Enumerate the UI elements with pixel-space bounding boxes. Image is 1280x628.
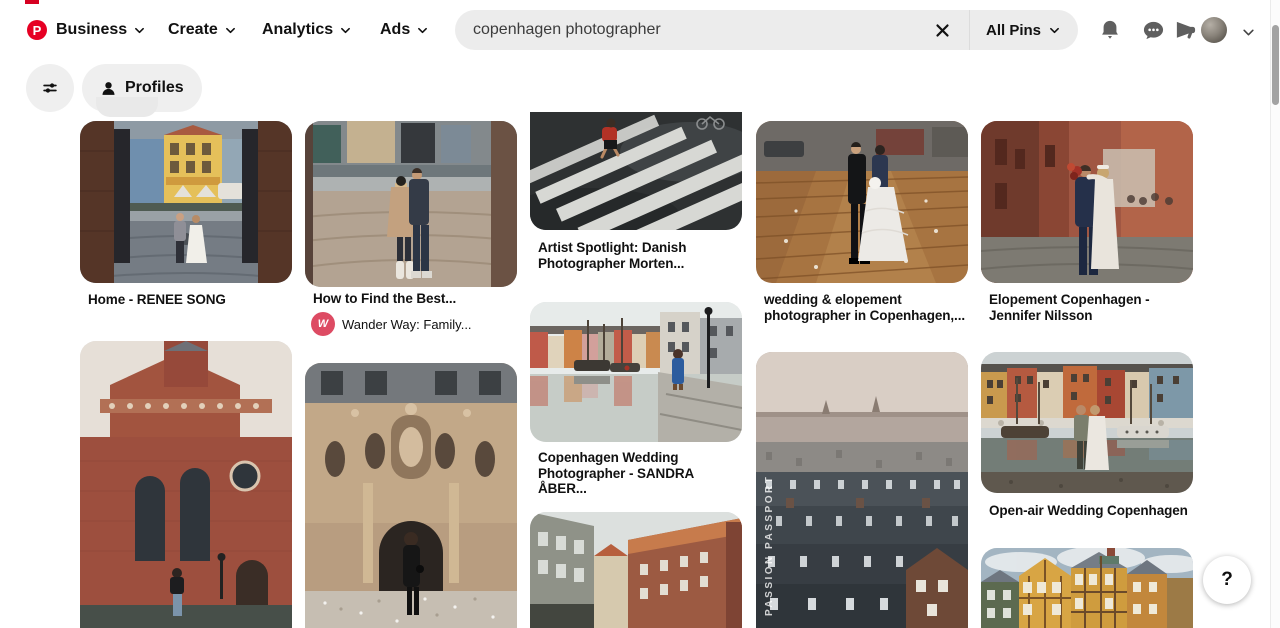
nav-ads-label: Ads — [380, 21, 410, 39]
clear-search-button[interactable] — [927, 14, 959, 46]
passion-passport-watermark: PASSION PASSPORT — [764, 366, 775, 616]
street-illustration — [530, 512, 742, 628]
chevron-down-icon — [340, 25, 351, 36]
nav-business-label: Business — [56, 21, 127, 39]
pin-image-castle-arch[interactable] — [305, 363, 517, 628]
search-scope-dropdown[interactable]: All Pins — [969, 10, 1078, 50]
pin-image-nyhavn-wedding[interactable] — [981, 352, 1193, 493]
kissing-couple-illustration — [305, 121, 517, 287]
pin-attribution[interactable]: W Wander Way: Family... — [311, 312, 472, 336]
yellow-houses-illustration — [981, 548, 1193, 628]
pin-image-foggy-rooftops[interactable]: PASSION PASSPORT — [756, 352, 968, 628]
account-menu-button[interactable] — [1234, 18, 1262, 46]
close-icon — [935, 23, 950, 38]
bell-icon — [1099, 19, 1121, 41]
pinterest-business-search-page: P Business Create Analytics Ads copenhag… — [0, 0, 1280, 628]
pin-image-brick-church[interactable] — [80, 341, 292, 628]
pin-title[interactable]: Copenhagen Wedding Photographer - SANDRA… — [530, 450, 742, 497]
nav-business[interactable]: Business — [56, 0, 145, 60]
pin-image-yellow-houses[interactable] — [981, 548, 1193, 628]
nav-analytics-label: Analytics — [262, 21, 333, 39]
pin-title[interactable]: How to Find the Best... — [305, 291, 517, 307]
nav-create-label: Create — [168, 21, 218, 39]
campaigns-button[interactable] — [1171, 16, 1199, 44]
pin-title[interactable]: Open-air Wedding Copenhagen — [981, 503, 1193, 519]
pin-title[interactable]: Elopement Copenhagen - Jennifer Nilsson — [981, 292, 1193, 323]
megaphone-icon — [1174, 19, 1197, 42]
search-bar[interactable]: copenhagen photographer All Pins — [455, 10, 1078, 50]
help-button[interactable]: ? — [1203, 556, 1251, 604]
attribution-text: Wander Way: Family... — [342, 317, 472, 332]
notifications-button[interactable] — [1096, 16, 1124, 44]
chat-bubble-icon — [1142, 19, 1165, 42]
pin-title[interactable]: Artist Spotlight: Danish Photographer Mo… — [530, 240, 742, 271]
chevron-down-icon — [1242, 26, 1255, 39]
top-edge-artifact — [25, 0, 39, 4]
pin-title[interactable]: wedding & elopement photographer in Cope… — [756, 292, 968, 323]
profiles-label: Profiles — [125, 79, 184, 97]
search-scope-label: All Pins — [986, 22, 1041, 39]
pin-image-street-hug-couple[interactable] — [981, 121, 1193, 283]
nav-analytics[interactable]: Analytics — [262, 0, 351, 60]
wander-way-avatar: W — [311, 312, 335, 336]
pin-title[interactable]: Home - RENEE SONG — [80, 292, 292, 308]
chevron-down-icon — [1049, 25, 1060, 36]
tune-filter-icon — [40, 78, 60, 98]
chevron-down-icon — [225, 25, 236, 36]
church-illustration — [80, 341, 292, 628]
pin-image-nyhavn-canal[interactable] — [530, 302, 742, 442]
pin-image-kissing-couple[interactable] — [305, 121, 517, 287]
nav-ads[interactable]: Ads — [380, 0, 428, 60]
account-avatar[interactable] — [1201, 17, 1227, 43]
rooftops-illustration — [756, 352, 968, 628]
crosswalk-illustration — [530, 112, 742, 230]
street-hug-illustration — [981, 121, 1193, 283]
pinterest-logo-letter: P — [33, 23, 42, 38]
castle-illustration — [305, 363, 517, 628]
chevron-down-icon — [134, 25, 145, 36]
avatar-monogram: W — [318, 318, 328, 330]
nyhavn-canal-illustration — [530, 302, 742, 442]
nyhavn-wedding-illustration — [981, 352, 1193, 493]
walking-couple-illustration — [756, 121, 968, 283]
help-button-label: ? — [1221, 569, 1233, 591]
scrollbar-thumb[interactable] — [1272, 25, 1279, 105]
pin-image-walking-couple[interactable] — [756, 121, 968, 283]
search-input[interactable]: copenhagen photographer — [455, 21, 927, 39]
pinterest-logo[interactable]: P — [27, 20, 47, 40]
messages-button[interactable] — [1139, 16, 1167, 44]
chevron-down-icon — [417, 25, 428, 36]
filters-button[interactable] — [26, 64, 74, 112]
gate-couple-illustration — [80, 121, 292, 283]
person-icon — [100, 80, 117, 97]
pin-image-old-street[interactable] — [530, 512, 742, 628]
nav-create[interactable]: Create — [168, 0, 236, 60]
pin-image-crosswalk-runner[interactable] — [530, 112, 742, 230]
partial-pin-above — [96, 97, 158, 117]
pin-image-gate-wedding-couple[interactable] — [80, 121, 292, 283]
